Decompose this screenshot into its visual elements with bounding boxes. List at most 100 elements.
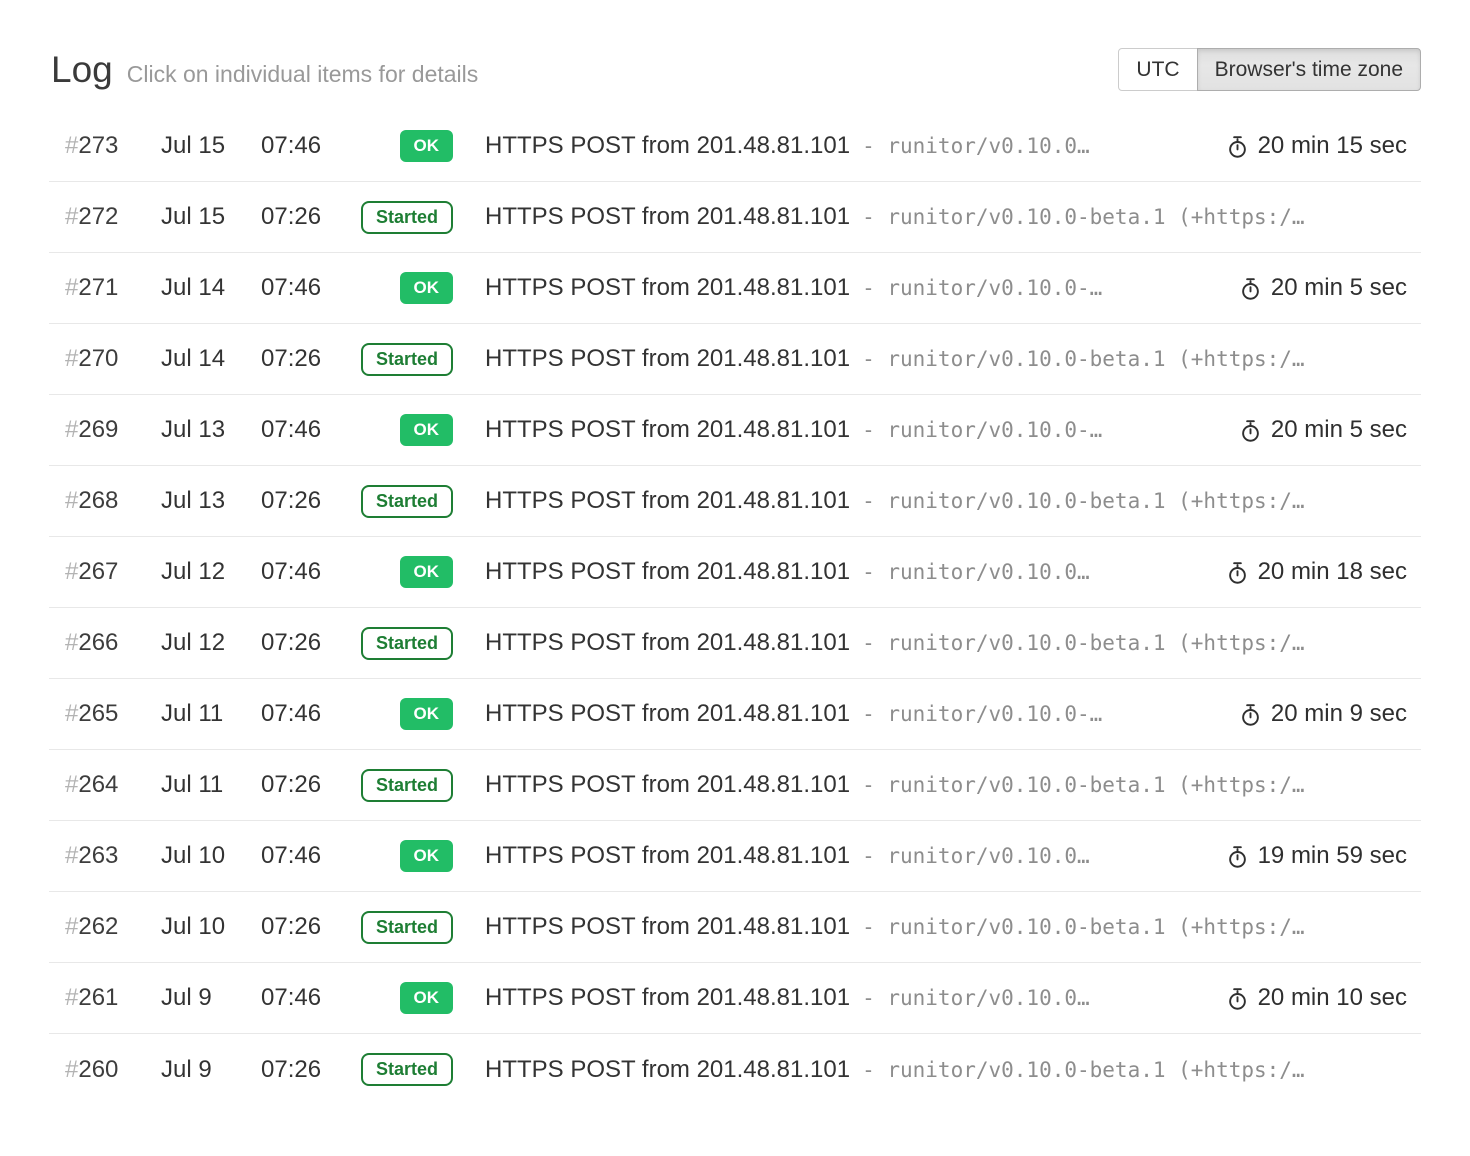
- run-id: #263: [65, 842, 161, 870]
- log-row[interactable]: #264 Jul 11 07:26 Started HTTPS POST fro…: [49, 750, 1421, 821]
- status-badge-cell: Started: [345, 627, 453, 660]
- run-id-hash: #: [65, 416, 78, 443]
- event-cell: HTTPS POST from 201.48.81.101 - runitor/…: [485, 274, 1223, 302]
- stopwatch-icon: [1239, 419, 1262, 442]
- run-id-hash: #: [65, 203, 78, 230]
- event-cell: HTTPS POST from 201.48.81.101 - runitor/…: [485, 700, 1223, 728]
- run-id: #268: [65, 487, 161, 515]
- run-id-number: 265: [78, 700, 118, 727]
- run-id-number: 266: [78, 629, 118, 656]
- event-main-text: HTTPS POST from 201.48.81.101: [485, 700, 850, 728]
- title-wrap: Log Click on individual items for detail…: [51, 49, 478, 91]
- status-badge: OK: [400, 698, 454, 730]
- log-page: Log Click on individual items for detail…: [49, 0, 1421, 1105]
- status-badge: Started: [361, 485, 453, 518]
- run-id-hash: #: [65, 842, 78, 869]
- status-badge-cell: Started: [345, 343, 453, 376]
- log-row[interactable]: #267 Jul 12 07:46 OK HTTPS POST from 201…: [49, 537, 1421, 608]
- run-id-number: 261: [78, 984, 118, 1011]
- status-badge: Started: [361, 911, 453, 944]
- event-main-text: HTTPS POST from 201.48.81.101: [485, 984, 850, 1012]
- status-badge: Started: [361, 1053, 453, 1086]
- run-id-number: 272: [78, 203, 118, 230]
- run-date: Jul 9: [161, 1056, 261, 1084]
- log-row[interactable]: #265 Jul 11 07:46 OK HTTPS POST from 201…: [49, 679, 1421, 750]
- log-row[interactable]: #266 Jul 12 07:26 Started HTTPS POST fro…: [49, 608, 1421, 679]
- page-header: Log Click on individual items for detail…: [49, 48, 1421, 91]
- status-badge-cell: Started: [345, 769, 453, 802]
- log-row[interactable]: #272 Jul 15 07:26 Started HTTPS POST fro…: [49, 182, 1421, 253]
- run-duration: 20 min 9 sec: [1239, 700, 1407, 728]
- event-main-text: HTTPS POST from 201.48.81.101: [485, 629, 850, 657]
- event-cell: HTTPS POST from 201.48.81.101 - runitor/…: [485, 345, 1407, 373]
- run-id: #269: [65, 416, 161, 444]
- stopwatch-icon: [1226, 135, 1249, 158]
- stopwatch-icon: [1239, 703, 1262, 726]
- event-main-text: HTTPS POST from 201.48.81.101: [485, 203, 850, 231]
- status-badge: OK: [400, 982, 454, 1014]
- run-time: 07:26: [261, 203, 345, 231]
- log-row[interactable]: #262 Jul 10 07:26 Started HTTPS POST fro…: [49, 892, 1421, 963]
- status-badge-cell: OK: [345, 414, 453, 446]
- run-id-number: 273: [78, 132, 118, 159]
- log-row[interactable]: #273 Jul 15 07:46 OK HTTPS POST from 201…: [49, 111, 1421, 182]
- event-cell: HTTPS POST from 201.48.81.101 - runitor/…: [485, 416, 1223, 444]
- run-date: Jul 15: [161, 132, 261, 160]
- run-duration: 20 min 10 sec: [1226, 984, 1407, 1012]
- run-id-number: 263: [78, 842, 118, 869]
- event-agent-text: - runitor/v0.10.0-…: [862, 276, 1102, 300]
- duration-text: 20 min 5 sec: [1271, 274, 1407, 302]
- browser-timezone-button[interactable]: Browser's time zone: [1197, 48, 1421, 91]
- status-badge: Started: [361, 201, 453, 234]
- run-id-hash: #: [65, 558, 78, 585]
- log-row[interactable]: #270 Jul 14 07:26 Started HTTPS POST fro…: [49, 324, 1421, 395]
- event-agent-text: - runitor/v0.10.0-beta.1 (+https:/…: [862, 489, 1305, 513]
- run-date: Jul 11: [161, 700, 261, 728]
- event-cell: HTTPS POST from 201.48.81.101 - runitor/…: [485, 913, 1407, 941]
- run-date: Jul 12: [161, 629, 261, 657]
- event-cell: HTTPS POST from 201.48.81.101 - runitor/…: [485, 203, 1407, 231]
- run-date: Jul 14: [161, 274, 261, 302]
- log-row[interactable]: #260 Jul 9 07:26 Started HTTPS POST from…: [49, 1034, 1421, 1105]
- run-id: #260: [65, 1056, 161, 1084]
- run-id-number: 271: [78, 274, 118, 301]
- log-table: #273 Jul 15 07:46 OK HTTPS POST from 201…: [49, 111, 1421, 1105]
- event-main-text: HTTPS POST from 201.48.81.101: [485, 274, 850, 302]
- status-badge: OK: [400, 556, 454, 588]
- event-cell: HTTPS POST from 201.48.81.101 - runitor/…: [485, 487, 1407, 515]
- duration-text: 20 min 15 sec: [1258, 132, 1407, 160]
- run-duration: 20 min 15 sec: [1226, 132, 1407, 160]
- run-date: Jul 10: [161, 913, 261, 941]
- duration-text: 20 min 18 sec: [1258, 558, 1407, 586]
- log-row[interactable]: #263 Jul 10 07:46 OK HTTPS POST from 201…: [49, 821, 1421, 892]
- event-main-text: HTTPS POST from 201.48.81.101: [485, 771, 850, 799]
- run-id: #273: [65, 132, 161, 160]
- duration-text: 20 min 5 sec: [1271, 416, 1407, 444]
- run-duration: 20 min 18 sec: [1226, 558, 1407, 586]
- log-row[interactable]: #268 Jul 13 07:26 Started HTTPS POST fro…: [49, 466, 1421, 537]
- status-badge-cell: OK: [345, 840, 453, 872]
- status-badge: OK: [400, 414, 454, 446]
- status-badge-cell: OK: [345, 982, 453, 1014]
- log-row[interactable]: #261 Jul 9 07:46 OK HTTPS POST from 201.…: [49, 963, 1421, 1034]
- event-agent-text: - runitor/v0.10.0…: [862, 560, 1090, 584]
- run-id-number: 260: [78, 1056, 118, 1083]
- run-id-hash: #: [65, 487, 78, 514]
- event-agent-text: - runitor/v0.10.0-beta.1 (+https:/…: [862, 631, 1305, 655]
- run-id-hash: #: [65, 771, 78, 798]
- stopwatch-icon: [1226, 987, 1249, 1010]
- run-time: 07:46: [261, 842, 345, 870]
- run-date: Jul 12: [161, 558, 261, 586]
- run-id: #265: [65, 700, 161, 728]
- run-id-number: 269: [78, 416, 118, 443]
- event-agent-text: - runitor/v0.10.0-beta.1 (+https:/…: [862, 1058, 1305, 1082]
- utc-button[interactable]: UTC: [1118, 48, 1197, 91]
- event-agent-text: - runitor/v0.10.0-beta.1 (+https:/…: [862, 347, 1305, 371]
- run-id: #271: [65, 274, 161, 302]
- log-row[interactable]: #269 Jul 13 07:46 OK HTTPS POST from 201…: [49, 395, 1421, 466]
- event-main-text: HTTPS POST from 201.48.81.101: [485, 558, 850, 586]
- event-cell: HTTPS POST from 201.48.81.101 - runitor/…: [485, 1056, 1407, 1084]
- run-duration: 20 min 5 sec: [1239, 274, 1407, 302]
- log-row[interactable]: #271 Jul 14 07:46 OK HTTPS POST from 201…: [49, 253, 1421, 324]
- duration-text: 20 min 10 sec: [1258, 984, 1407, 1012]
